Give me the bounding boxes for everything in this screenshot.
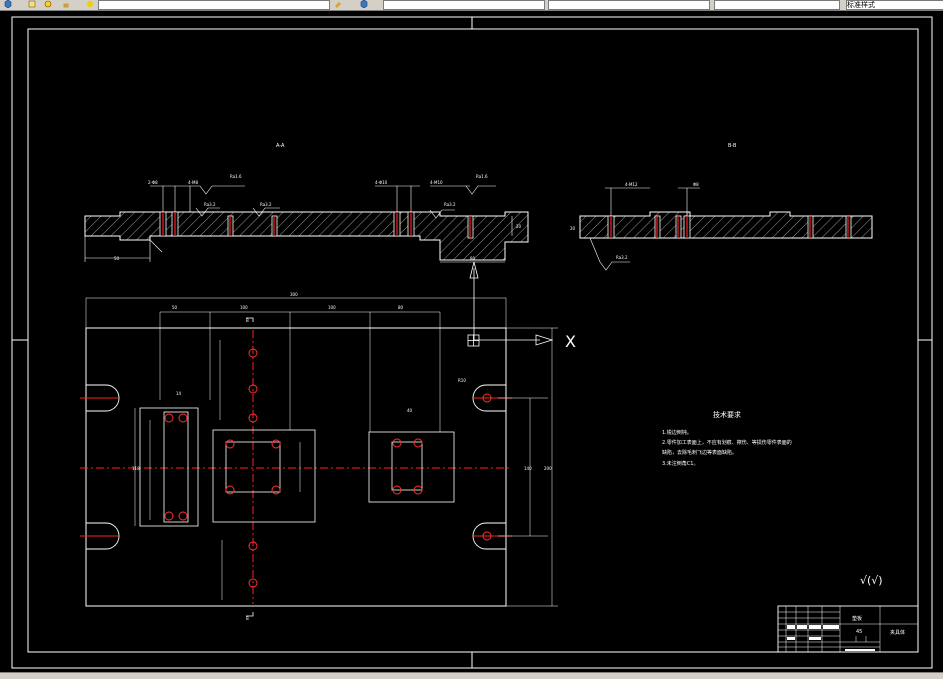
svg-text:80: 80	[470, 256, 476, 261]
dim-seg-left: 50	[172, 305, 178, 310]
svg-text:Ra3.2: Ra3.2	[444, 202, 456, 207]
linetype-dropdown[interactable]	[548, 0, 710, 10]
toolbar-match-icon[interactable]	[334, 0, 342, 8]
toolbar-sun-icon[interactable]	[44, 0, 52, 8]
dim-overall-width: 300	[290, 292, 298, 297]
lineweight-dropdown[interactable]	[714, 0, 840, 10]
svg-text:118: 118	[132, 466, 140, 471]
roughness-symbol: √(√)	[860, 574, 883, 587]
color-dropdown[interactable]	[383, 0, 545, 10]
svg-text:Ra3.2: Ra3.2	[616, 255, 628, 260]
cad-drawing-canvas[interactable]: A-A 2-Φ8 4-M8 Ra1.6 Ra3.2 Ra3.2 4-Φ10 4-…	[0, 10, 943, 672]
layer-dropdown[interactable]	[98, 0, 330, 10]
svg-text:20: 20	[516, 224, 522, 229]
toolbar-lock-icon[interactable]	[62, 0, 70, 8]
svg-text:B: B	[246, 616, 249, 621]
section-b-view: 4-M12 Φ8 20 Ra3.2	[570, 182, 873, 271]
svg-text:100: 100	[240, 305, 248, 310]
dim-seg-mid: 100	[328, 305, 336, 310]
dim-overall-height: 200	[544, 466, 552, 471]
svg-text:R10: R10	[458, 378, 466, 383]
plan-view: X 300 100 100 50 80 200 140 R10 40 14 11…	[80, 261, 576, 621]
dim-seg-right: 80	[398, 305, 404, 310]
svg-text:50: 50	[114, 256, 120, 261]
svg-text:Ra3.2: Ra3.2	[204, 202, 216, 207]
title-block: 垫板 45 夹具体	[777, 605, 919, 653]
tech-requirements: 技术要求 1.锐边倒钝。 2.零件加工表面上，不应有划痕、擦伤、等损伤零件表面的…	[662, 410, 792, 467]
svg-text:B: B	[246, 318, 249, 323]
plotstyle-dropdown[interactable]: 标准样式	[846, 0, 943, 10]
svg-text:Ra1.6: Ra1.6	[230, 174, 242, 179]
svg-text:Ra1.6: Ra1.6	[476, 174, 488, 179]
section-a-title: A-A	[276, 143, 285, 149]
tech-item-3: 缺陷，去除毛刺飞边等表面缺陷。	[662, 449, 737, 456]
toolbar-cube-icon[interactable]	[4, 0, 12, 8]
section-a-view: 2-Φ8 4-M8 Ra1.6 Ra3.2 Ra3.2 4-Φ10 4-M10 …	[84, 174, 529, 263]
title-part-name: 垫板	[852, 615, 862, 622]
center-marks	[12, 17, 932, 668]
x-axis-label: X	[565, 332, 576, 351]
svg-text:20: 20	[570, 226, 576, 231]
svg-text:140: 140	[524, 466, 532, 471]
title-drawing-name: 夹具体	[890, 629, 905, 636]
toolbar-layer-icon[interactable]	[28, 0, 36, 8]
title-material: 45	[856, 629, 862, 635]
tech-item-1: 1.锐边倒钝。	[662, 429, 692, 436]
svg-text:4-M10: 4-M10	[430, 180, 443, 185]
svg-text:Ra3.2: Ra3.2	[260, 202, 272, 207]
svg-text:2-Φ8: 2-Φ8	[148, 180, 158, 185]
svg-text:40: 40	[407, 408, 413, 413]
svg-text:4-M12: 4-M12	[625, 182, 638, 187]
tech-item-2: 2.零件加工表面上，不应有划痕、擦伤、等损伤零件表面的	[662, 439, 792, 446]
toolbar-cube2-icon[interactable]	[360, 0, 368, 8]
tech-title: 技术要求	[713, 410, 741, 419]
toolbar-bulb-icon[interactable]	[86, 0, 94, 8]
svg-text:Φ8: Φ8	[693, 182, 699, 187]
outer-border	[11, 16, 933, 669]
tech-item-4: 3.未注倒角C1。	[662, 460, 698, 467]
section-b-title: B-B	[728, 143, 737, 149]
svg-text:4-Φ10: 4-Φ10	[375, 180, 388, 185]
svg-text:4-M8: 4-M8	[188, 180, 198, 185]
svg-text:14: 14	[176, 391, 182, 396]
